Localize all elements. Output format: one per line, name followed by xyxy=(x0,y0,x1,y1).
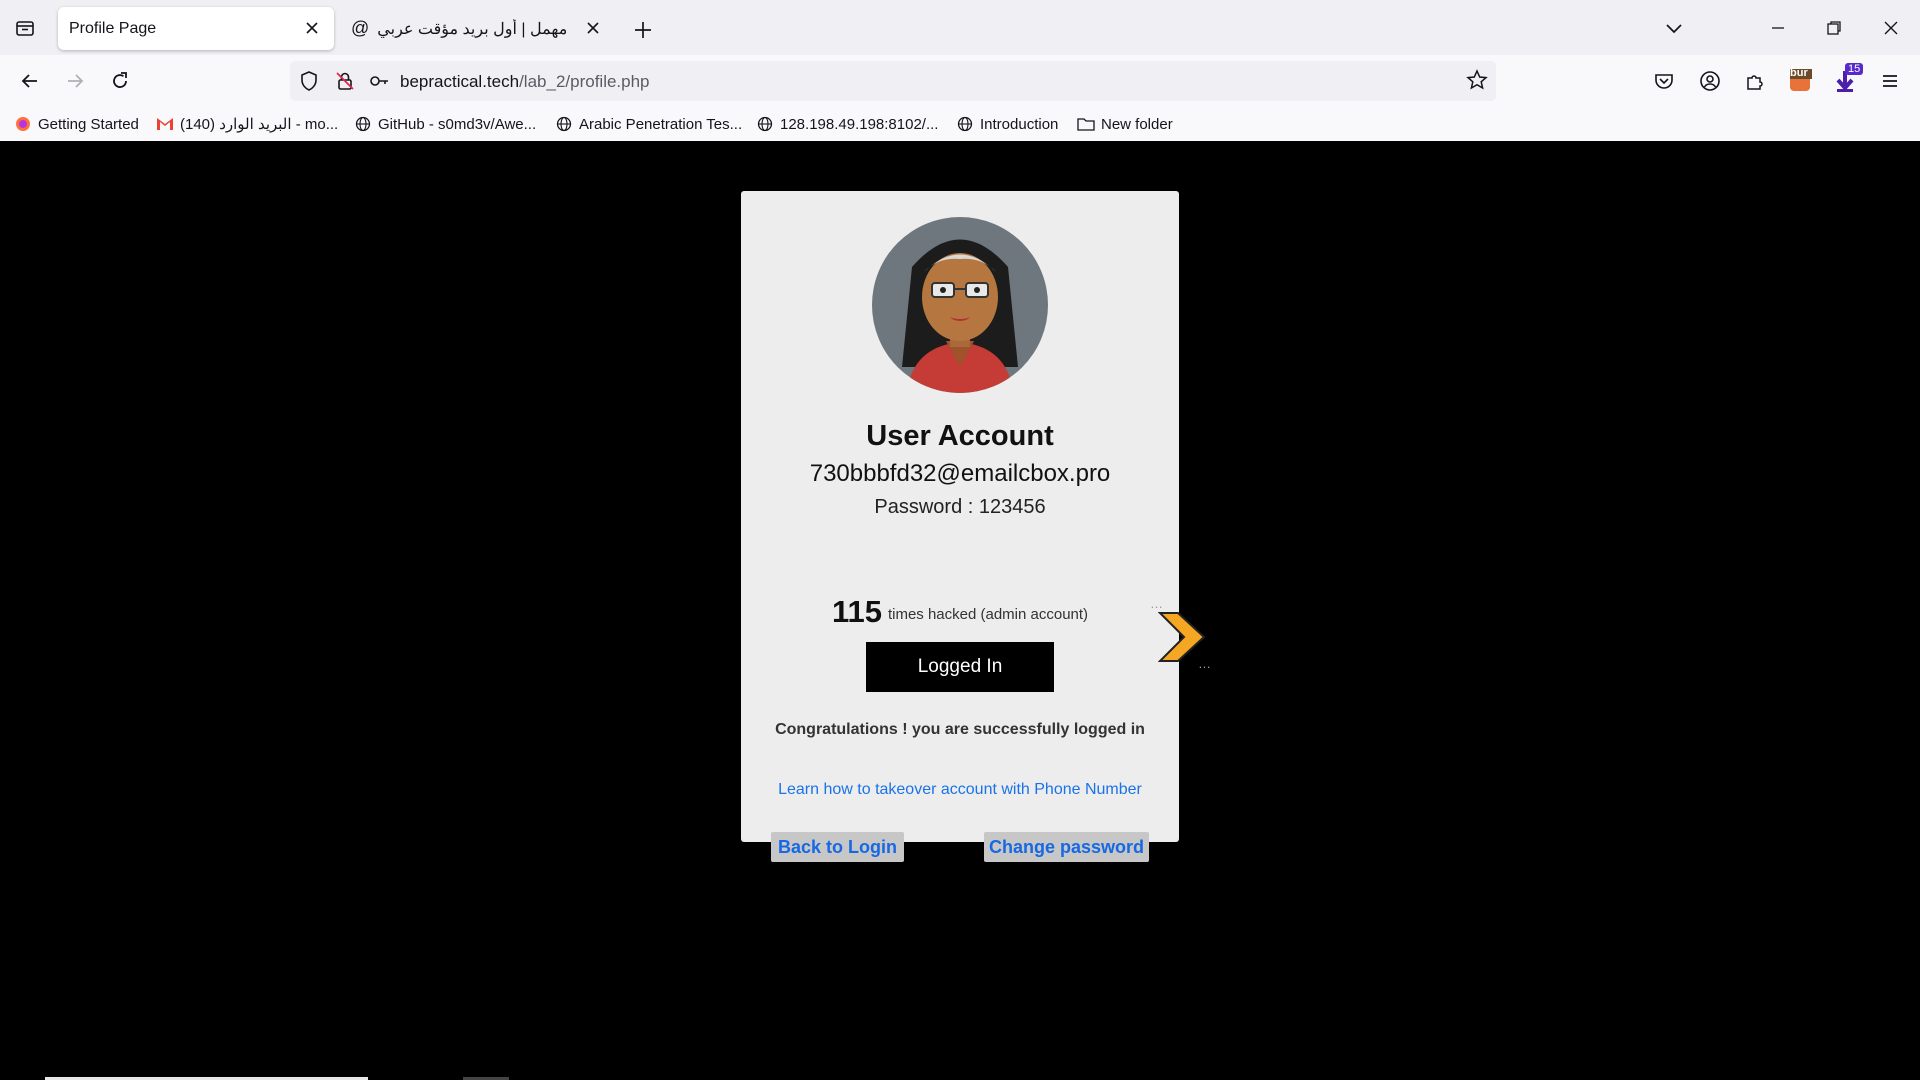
hamburger-menu-icon[interactable] xyxy=(1874,65,1906,97)
close-tab-icon[interactable] xyxy=(581,16,605,40)
bookmarks-toolbar: Getting Started البريد الوارد (140) - mo… xyxy=(0,107,1920,141)
back-arrow-icon[interactable] xyxy=(14,65,46,97)
at-sign-icon: @ xyxy=(351,18,370,38)
url-host: bepractical.tech xyxy=(400,72,520,91)
account-password: Password : 123456 xyxy=(874,496,1046,518)
tab-title: مهمل | أول بريد مؤقت عربي xyxy=(377,20,568,38)
minimize-icon[interactable] xyxy=(1764,14,1792,42)
ellipsis-icon: … xyxy=(1198,656,1212,671)
restore-icon[interactable] xyxy=(1820,14,1848,42)
globe-icon xyxy=(354,115,372,133)
bookmark-label: البريد الوارد (140) - mo... xyxy=(180,116,339,133)
tab-profile-page[interactable]: Profile Page xyxy=(58,7,334,50)
ellipsis-icon: … xyxy=(1150,596,1164,611)
hack-count: 115 xyxy=(831,594,882,629)
bookmark-label: GitHub - s0md3v/Awe... xyxy=(378,115,537,133)
tracking-shield-icon[interactable] xyxy=(298,70,320,97)
bookmark-github[interactable]: GitHub - s0md3v/Awe... xyxy=(354,112,536,136)
bookmark-gmail[interactable]: البريد الوارد (140) - mo... xyxy=(156,112,338,136)
change-password-button[interactable]: Change password xyxy=(984,832,1149,862)
tab-overflow-chevron-icon[interactable] xyxy=(1660,14,1688,42)
folder-icon xyxy=(1077,115,1095,133)
url-path: /lab_2/profile.php xyxy=(519,72,650,91)
logged-in-button[interactable]: Logged In xyxy=(866,642,1054,692)
bookmark-label: 128.198.49.198:8102/... xyxy=(780,115,939,133)
tab-strip: Profile Page @ مهمل | أول بريد مؤقت عربي xyxy=(0,0,1920,55)
account-email: 730bbbfd32@emailcbox.pro xyxy=(809,460,1111,487)
key-icon[interactable] xyxy=(368,70,390,97)
tab-title: Profile Page xyxy=(69,19,157,37)
globe-icon xyxy=(956,115,974,133)
user-avatar xyxy=(872,217,1048,393)
bookmark-label: Getting Started xyxy=(38,115,139,133)
url-bar[interactable]: bepractical.tech/lab_2/profile.php xyxy=(290,61,1496,101)
insecure-lock-icon[interactable] xyxy=(334,70,356,97)
new-tab-plus-icon[interactable] xyxy=(629,16,657,44)
pocket-icon[interactable] xyxy=(1648,65,1680,97)
url-text[interactable]: bepractical.tech/lab_2/profile.php xyxy=(400,72,650,92)
account-icon[interactable] xyxy=(1694,65,1726,97)
tab-temp-mail[interactable]: @ مهمل | أول بريد مؤقت عربي xyxy=(345,7,615,50)
burp-extension-icon[interactable]: bur xyxy=(1784,65,1816,97)
firefox-icon xyxy=(14,115,32,133)
bookmark-introduction[interactable]: Introduction xyxy=(956,112,1058,136)
browser-chrome: Profile Page @ مهمل | أول بريد مؤقت عربي xyxy=(0,0,1920,141)
navigation-bar: bepractical.tech/lab_2/profile.php bur 1… xyxy=(0,55,1920,107)
close-tab-icon[interactable] xyxy=(300,16,324,40)
extensions-puzzle-icon[interactable] xyxy=(1739,65,1771,97)
bookmark-getting-started[interactable]: Getting Started xyxy=(14,112,139,136)
bookmark-label: Arabic Penetration Tes... xyxy=(579,115,743,133)
account-title: User Account xyxy=(866,420,1054,452)
download-extension-icon[interactable]: 15 xyxy=(1829,63,1864,97)
bookmark-ip-address[interactable]: 128.198.49.198:8102/... xyxy=(756,112,938,136)
bookmark-star-icon[interactable] xyxy=(1466,69,1488,96)
list-all-tabs-icon[interactable] xyxy=(12,15,38,41)
reload-icon[interactable] xyxy=(104,65,136,97)
profile-card: User Account 730bbbfd32@emailcbox.pro Pa… xyxy=(741,191,1179,862)
bookmark-label: Introduction xyxy=(980,115,1059,133)
learn-takeover-link[interactable]: Learn how to takeover account with Phone… xyxy=(741,781,1179,799)
page-content: User Account 730bbbfd32@emailcbox.pro Pa… xyxy=(0,141,1920,1080)
gmail-icon xyxy=(156,115,174,133)
bookmark-arabic-pentest[interactable]: Arabic Penetration Tes... xyxy=(555,112,742,136)
bookmark-label: New folder xyxy=(1101,115,1173,133)
extension-badge: 15 xyxy=(1845,63,1864,75)
hack-count-label: times hacked (admin account) xyxy=(887,606,1089,623)
globe-icon xyxy=(555,115,573,133)
globe-icon xyxy=(756,115,774,133)
forward-arrow-icon[interactable] xyxy=(59,65,91,97)
success-message: Congratulations ! you are successfully l… xyxy=(775,721,1145,738)
close-window-icon[interactable] xyxy=(1877,14,1905,42)
burp-label: bur xyxy=(1790,67,1808,79)
back-to-login-button[interactable]: Back to Login xyxy=(771,832,904,862)
bookmark-new-folder[interactable]: New folder xyxy=(1077,112,1173,136)
hack-counter: 115 times hacked (admin account) xyxy=(741,594,1179,630)
